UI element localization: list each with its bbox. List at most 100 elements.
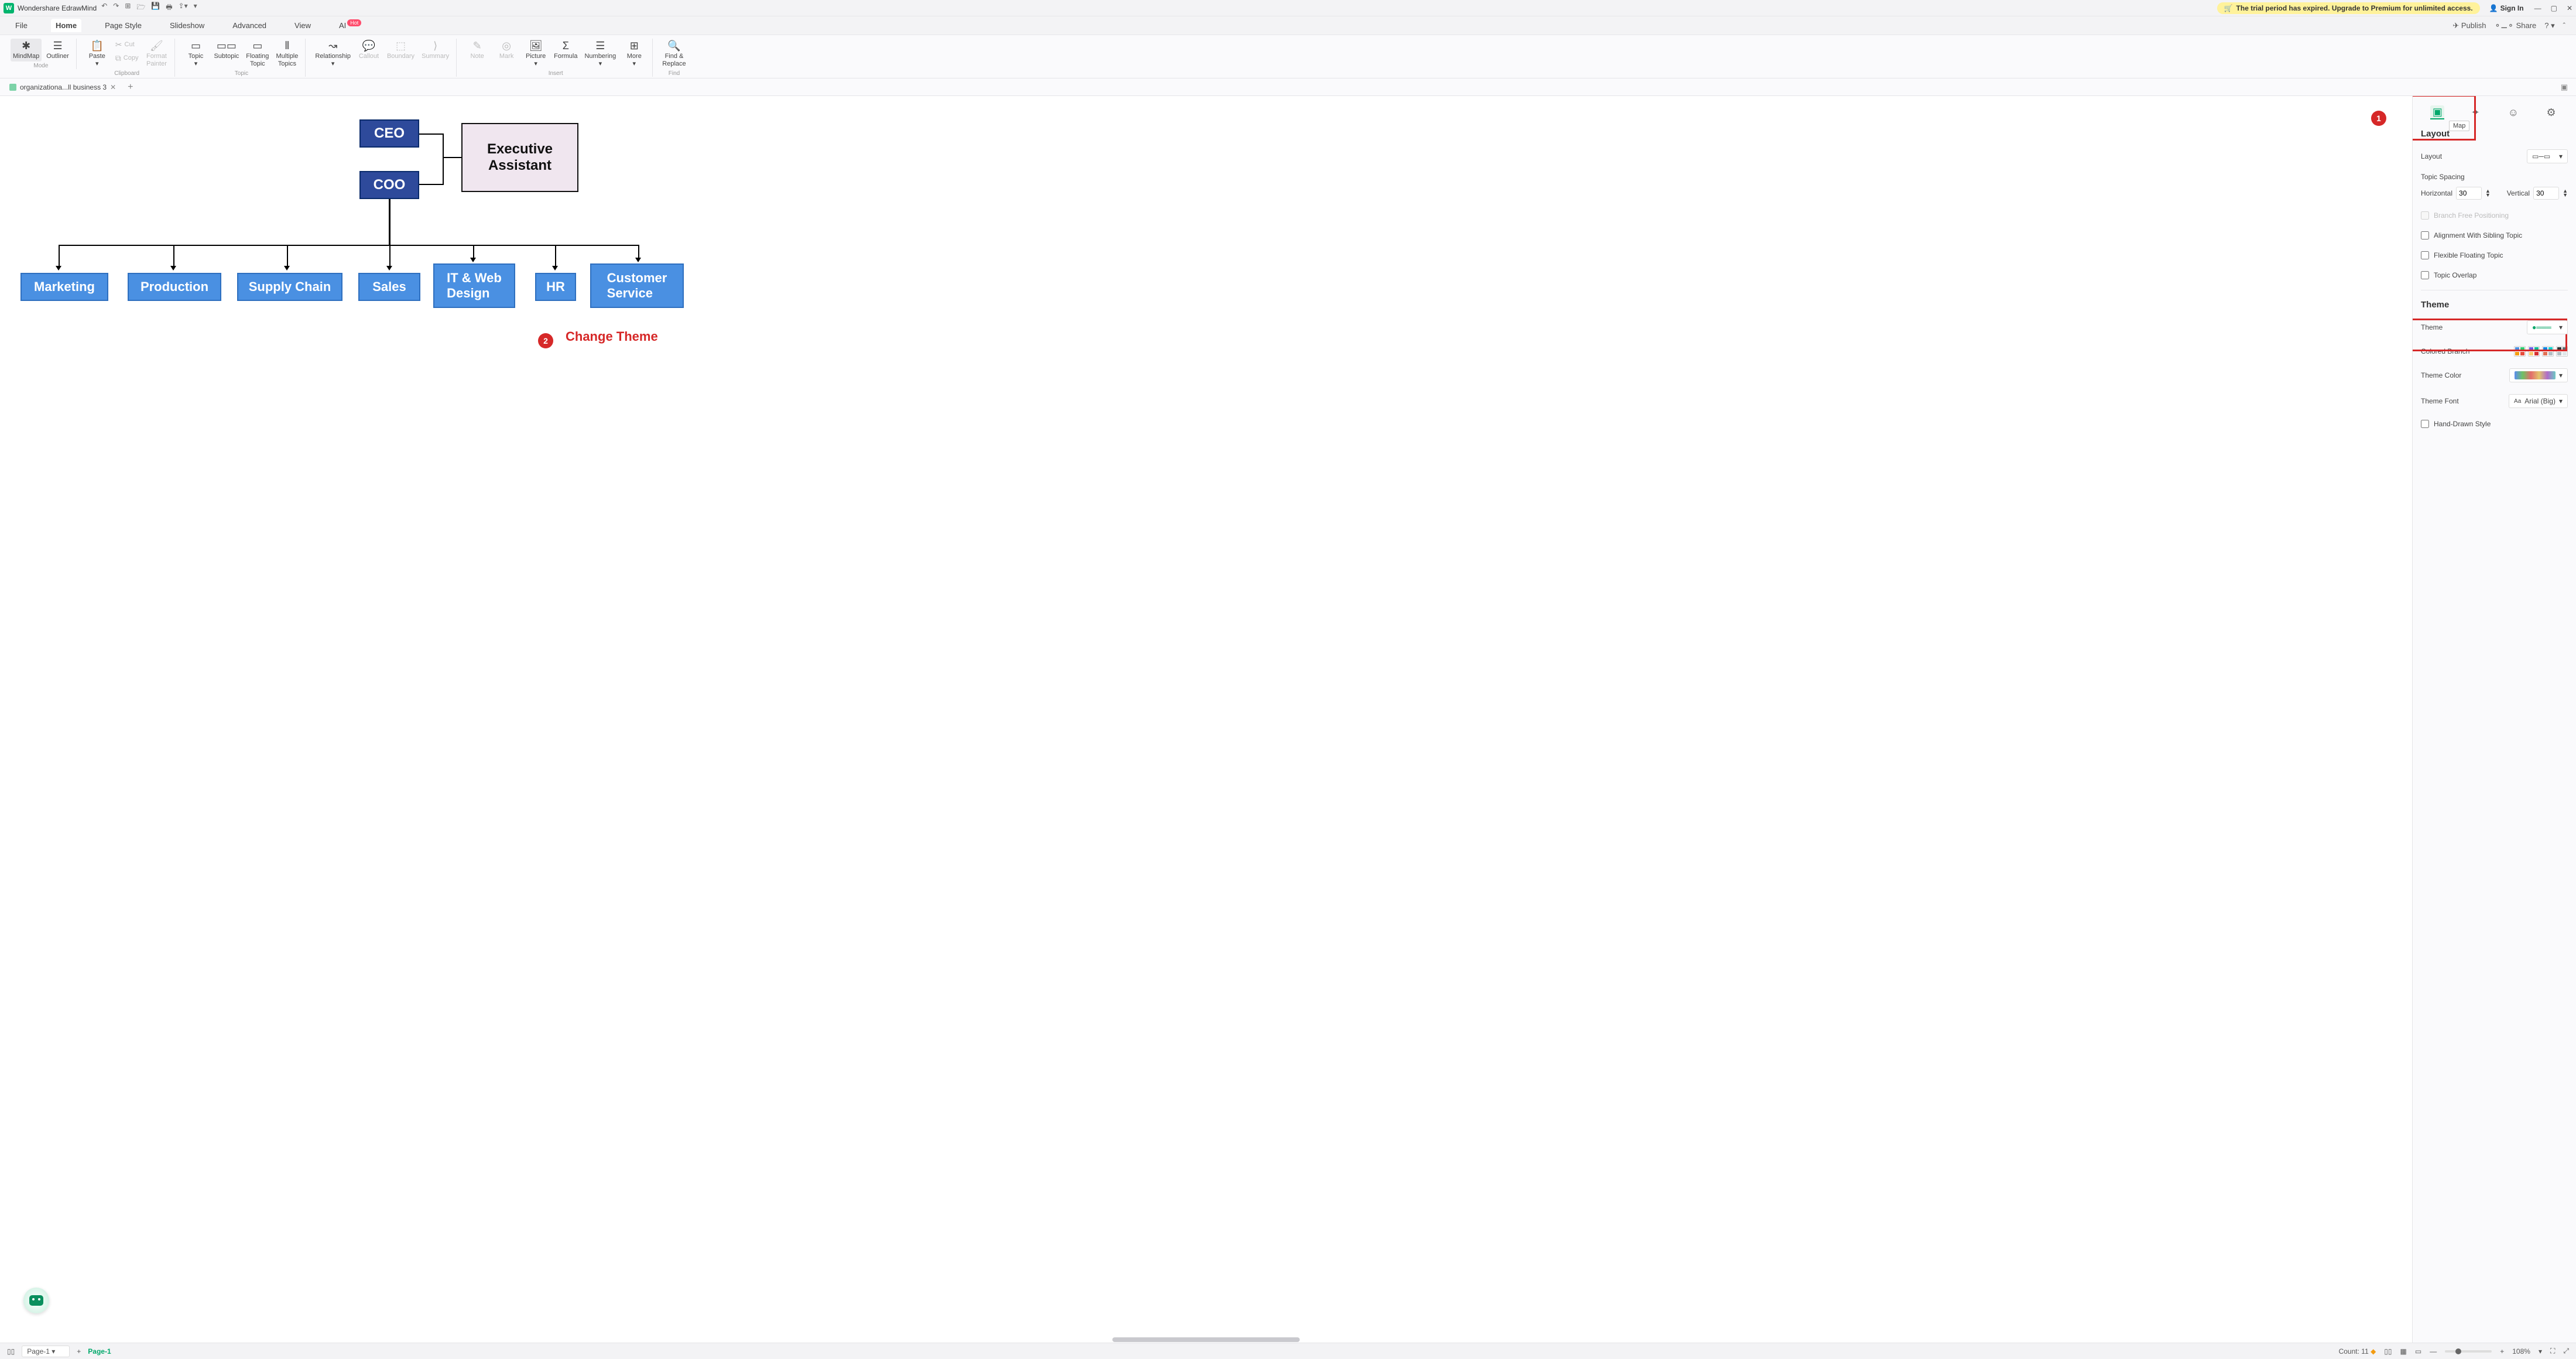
group-mode-label: Mode bbox=[33, 63, 48, 69]
horizontal-input[interactable] bbox=[2456, 187, 2482, 200]
hand-drawn-checkbox[interactable]: Hand-Drawn Style bbox=[2421, 420, 2568, 428]
node-hr[interactable]: HR bbox=[535, 273, 576, 301]
menu-home[interactable]: Home bbox=[51, 19, 81, 32]
maximize-icon[interactable]: ▢ bbox=[2551, 4, 2557, 12]
add-page-button[interactable]: + bbox=[77, 1347, 81, 1355]
view-outline-icon[interactable]: ▯▯ bbox=[2384, 1347, 2392, 1355]
node-marketing[interactable]: Marketing bbox=[20, 273, 108, 301]
open-icon[interactable]: 🗁 bbox=[136, 2, 145, 14]
cut-button[interactable]: ✂Cut bbox=[113, 39, 141, 51]
find-icon: 🔍 bbox=[667, 40, 680, 53]
canvas[interactable]: CEO COO ExecutiveAssistant Marketing Pro… bbox=[0, 96, 2412, 1343]
chevron-down-icon: ▾ bbox=[2559, 371, 2563, 379]
undo-icon[interactable]: ↶ bbox=[101, 2, 107, 14]
note-button[interactable]: ✎Note bbox=[464, 39, 491, 69]
branch-free-checkbox[interactable]: Branch Free Positioning bbox=[2421, 211, 2568, 220]
subtopic-icon: ▭▭ bbox=[217, 40, 237, 53]
node-production[interactable]: Production bbox=[128, 273, 221, 301]
panel-toggle-icon[interactable]: ▣ bbox=[2557, 81, 2571, 93]
print-icon[interactable]: 🖶 bbox=[166, 2, 172, 14]
zoom-in-button[interactable]: + bbox=[2500, 1347, 2504, 1355]
save-icon[interactable]: 💾 bbox=[151, 2, 160, 14]
export-icon[interactable]: ⇪▾ bbox=[179, 2, 188, 14]
flexible-floating-checkbox[interactable]: Flexible Floating Topic bbox=[2421, 251, 2568, 259]
hot-badge: Hot bbox=[347, 19, 361, 26]
zoom-slider[interactable] bbox=[2445, 1350, 2492, 1353]
topic-button[interactable]: ▭Topic▾ bbox=[182, 39, 209, 69]
horizontal-scrollbar[interactable] bbox=[0, 1337, 2412, 1343]
publish-button[interactable]: ✈ Publish bbox=[2452, 21, 2486, 30]
format-painter-button[interactable]: 🖌Format Painter bbox=[143, 39, 170, 69]
more-button[interactable]: ⊞More▾ bbox=[621, 39, 648, 69]
pages-icon[interactable]: ▯▯ bbox=[7, 1347, 15, 1355]
close-icon[interactable]: ✕ bbox=[2567, 4, 2572, 12]
relationship-button[interactable]: ↝Relationship▾ bbox=[313, 39, 353, 69]
node-exec-assistant[interactable]: ExecutiveAssistant bbox=[461, 123, 578, 192]
node-customer-service[interactable]: Customer Service bbox=[590, 263, 684, 308]
collapse-ribbon-icon[interactable]: ˆ bbox=[2563, 21, 2565, 30]
theme-color-select[interactable]: ▾ bbox=[2509, 368, 2568, 382]
node-coo[interactable]: COO bbox=[359, 171, 419, 199]
theme-font-select[interactable]: AaArial (Big)▾ bbox=[2509, 394, 2568, 408]
menu-view[interactable]: View bbox=[290, 19, 316, 32]
view-read-icon[interactable]: ▭ bbox=[2415, 1347, 2421, 1355]
add-tab-button[interactable]: + bbox=[124, 81, 136, 94]
numbering-button[interactable]: ☰Numbering▾ bbox=[582, 39, 618, 69]
node-sales[interactable]: Sales bbox=[358, 273, 420, 301]
title-bar: W Wondershare EdrawMind ↶ ↷ ⊞ 🗁 💾 🖶 ⇪▾ ▾… bbox=[0, 0, 2576, 16]
subtopic-button[interactable]: ▭▭Subtopic bbox=[211, 39, 241, 69]
panel-tab-settings[interactable]: ⚙ bbox=[2544, 105, 2558, 119]
menu-advanced[interactable]: Advanced bbox=[228, 19, 271, 32]
multiple-topics-button[interactable]: ⫴Multiple Topics bbox=[273, 39, 300, 69]
sign-in-button[interactable]: 👤 Sign In bbox=[2489, 4, 2524, 12]
menu-ai[interactable]: AIHot bbox=[334, 19, 366, 32]
page-select[interactable]: Page-1 ▾ bbox=[22, 1346, 70, 1357]
node-supply-chain[interactable]: Supply Chain bbox=[237, 273, 342, 301]
mark-button[interactable]: ◎Mark bbox=[493, 39, 520, 69]
trial-banner[interactable]: 🛒 The trial period has expired. Upgrade … bbox=[2217, 2, 2480, 14]
minimize-icon[interactable]: — bbox=[2534, 4, 2541, 12]
theme-select[interactable]: ●═══▾ bbox=[2527, 320, 2568, 334]
help-icon[interactable]: ? ▾ bbox=[2544, 21, 2554, 30]
zoom-out-button[interactable]: — bbox=[2430, 1347, 2437, 1355]
view-grid-icon[interactable]: ▦ bbox=[2400, 1347, 2407, 1355]
topic-overlap-checkbox[interactable]: Topic Overlap bbox=[2421, 271, 2568, 279]
new-icon[interactable]: ⊞ bbox=[125, 2, 131, 14]
callout-button[interactable]: 💬Callout bbox=[355, 39, 382, 69]
qat-more-icon[interactable]: ▾ bbox=[194, 2, 197, 14]
menu-slideshow[interactable]: Slideshow bbox=[165, 19, 209, 32]
cut-icon: ✂ bbox=[115, 40, 122, 50]
fit-screen-icon[interactable]: ⛶ bbox=[2550, 1347, 2555, 1355]
align-sibling-checkbox[interactable]: Alignment With Sibling Topic bbox=[2421, 231, 2568, 239]
relationship-icon: ↝ bbox=[328, 40, 337, 53]
menu-file[interactable]: File bbox=[11, 19, 32, 32]
menu-page-style[interactable]: Page Style bbox=[100, 19, 146, 32]
share-button[interactable]: ⚬⚊⚬ Share bbox=[2495, 21, 2537, 30]
stepper-icon[interactable]: ▲▼ bbox=[2485, 189, 2491, 197]
summary-button[interactable]: ⟩Summary bbox=[419, 39, 451, 69]
layout-preview-icon: ▭─▭ bbox=[2532, 152, 2550, 160]
outliner-button[interactable]: ☰Outliner bbox=[44, 39, 71, 61]
mindmap-button[interactable]: ✱MindMap bbox=[11, 39, 42, 61]
formula-button[interactable]: ΣFormula bbox=[551, 39, 580, 69]
document-tab[interactable]: organizationa...ll business 3 ✕ bbox=[5, 81, 121, 94]
node-it-web[interactable]: IT & Web Design bbox=[433, 263, 515, 308]
panel-tab-emoji[interactable]: ☺ bbox=[2506, 105, 2520, 119]
fullscreen-icon[interactable]: ⤢ bbox=[2563, 1347, 2569, 1355]
node-ceo[interactable]: CEO bbox=[359, 119, 419, 148]
boundary-button[interactable]: ⬚Boundary bbox=[385, 39, 417, 69]
ribbon: ✱MindMap ☰Outliner Mode 📋Paste▾ ✂Cut ⧉Co… bbox=[0, 35, 2576, 78]
find-replace-button[interactable]: 🔍Find & Replace bbox=[660, 39, 688, 69]
copy-button[interactable]: ⧉Copy bbox=[113, 52, 141, 64]
floating-topic-button[interactable]: ▭Floating Topic bbox=[244, 39, 271, 69]
stepper-icon[interactable]: ▲▼ bbox=[2563, 189, 2568, 197]
layout-select[interactable]: ▭─▭▾ bbox=[2527, 149, 2568, 163]
zoom-level[interactable]: 108% bbox=[2512, 1347, 2530, 1355]
mindmap-icon: ✱ bbox=[22, 40, 30, 53]
picture-button[interactable]: 🖼Picture▾ bbox=[522, 39, 549, 69]
paste-button[interactable]: 📋Paste▾ bbox=[84, 39, 111, 69]
redo-icon[interactable]: ↷ bbox=[113, 2, 119, 14]
vertical-input[interactable] bbox=[2533, 187, 2559, 200]
ai-assistant-button[interactable] bbox=[23, 1288, 49, 1313]
close-tab-icon[interactable]: ✕ bbox=[110, 83, 116, 91]
